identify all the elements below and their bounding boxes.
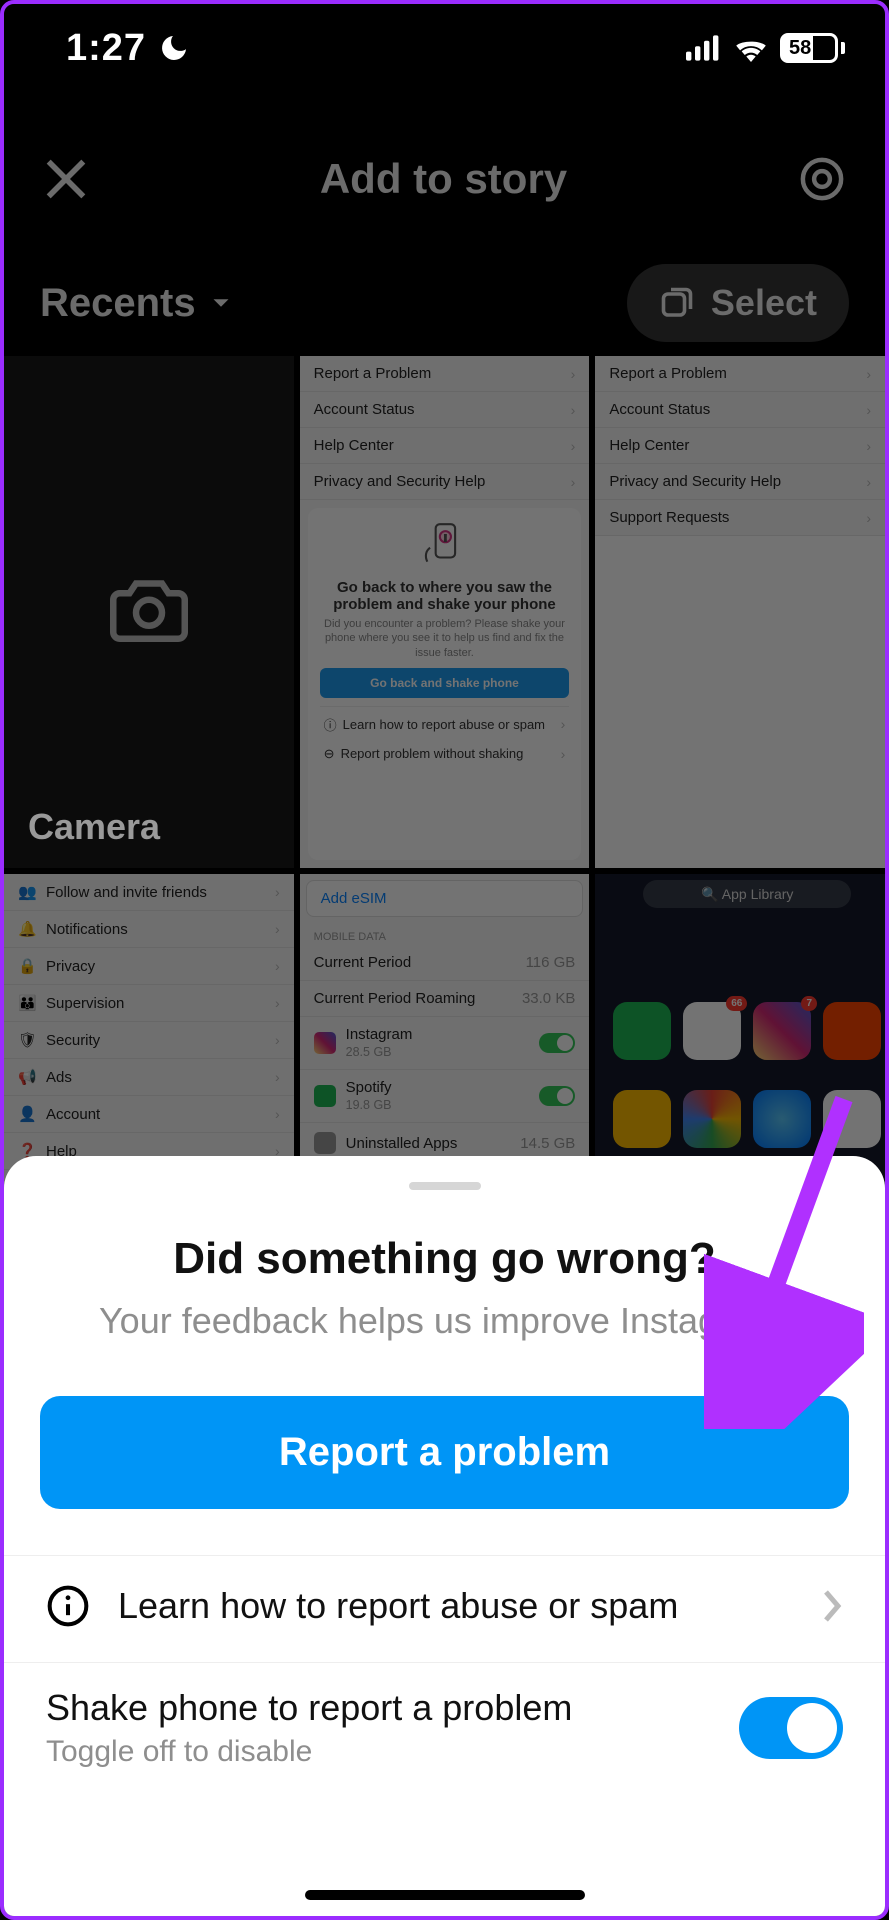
chevron-right-icon xyxy=(821,1588,843,1624)
camera-tile[interactable]: Camera xyxy=(4,356,294,868)
settings-gear-icon[interactable] xyxy=(795,152,849,206)
close-icon[interactable] xyxy=(40,153,92,205)
shake-toggle-switch[interactable] xyxy=(739,1697,843,1759)
wifi-icon xyxy=(732,34,770,62)
sheet-subtitle: Your feedback helps us improve Instagram… xyxy=(4,1300,885,1342)
multi-select-icon xyxy=(659,285,695,321)
do-not-disturb-icon xyxy=(158,32,190,64)
sheet-title: Did something go wrong? xyxy=(4,1234,885,1284)
gallery-thumbnail[interactable]: Report a Problem› Account Status› Help C… xyxy=(300,356,590,868)
battery-icon: 58 xyxy=(780,33,845,63)
multi-select-label: Select xyxy=(711,282,817,324)
shake-to-report-row: Shake phone to report a problem Toggle o… xyxy=(4,1662,885,1769)
status-time: 1:27 xyxy=(66,27,146,70)
camera-tile-label: Camera xyxy=(28,806,270,848)
camera-icon xyxy=(110,577,188,643)
page-title: Add to story xyxy=(320,155,567,203)
shake-toggle-subtitle: Toggle off to disable xyxy=(46,1735,572,1769)
album-picker-label: Recents xyxy=(40,281,196,326)
chevron-down-icon xyxy=(206,288,236,318)
info-icon xyxy=(46,1584,90,1628)
gallery-thumbnail[interactable]: Report a Problem› Account Status› Help C… xyxy=(595,356,885,868)
shake-toggle-title: Shake phone to report a problem xyxy=(46,1687,572,1729)
learn-report-abuse-row[interactable]: Learn how to report abuse or spam xyxy=(4,1555,885,1656)
cellular-signal-icon xyxy=(686,35,722,61)
home-indicator[interactable] xyxy=(305,1890,585,1900)
multi-select-button[interactable]: Select xyxy=(627,264,849,342)
status-bar: 1:27 58 xyxy=(4,4,885,92)
sheet-grabber[interactable] xyxy=(409,1182,481,1190)
report-problem-button[interactable]: Report a problem xyxy=(40,1396,849,1509)
report-problem-sheet: Did something go wrong? Your feedback he… xyxy=(4,1156,885,1916)
album-picker[interactable]: Recents xyxy=(40,281,236,326)
svg-text:!: ! xyxy=(445,533,447,543)
learn-report-abuse-label: Learn how to report abuse or spam xyxy=(118,1585,793,1627)
